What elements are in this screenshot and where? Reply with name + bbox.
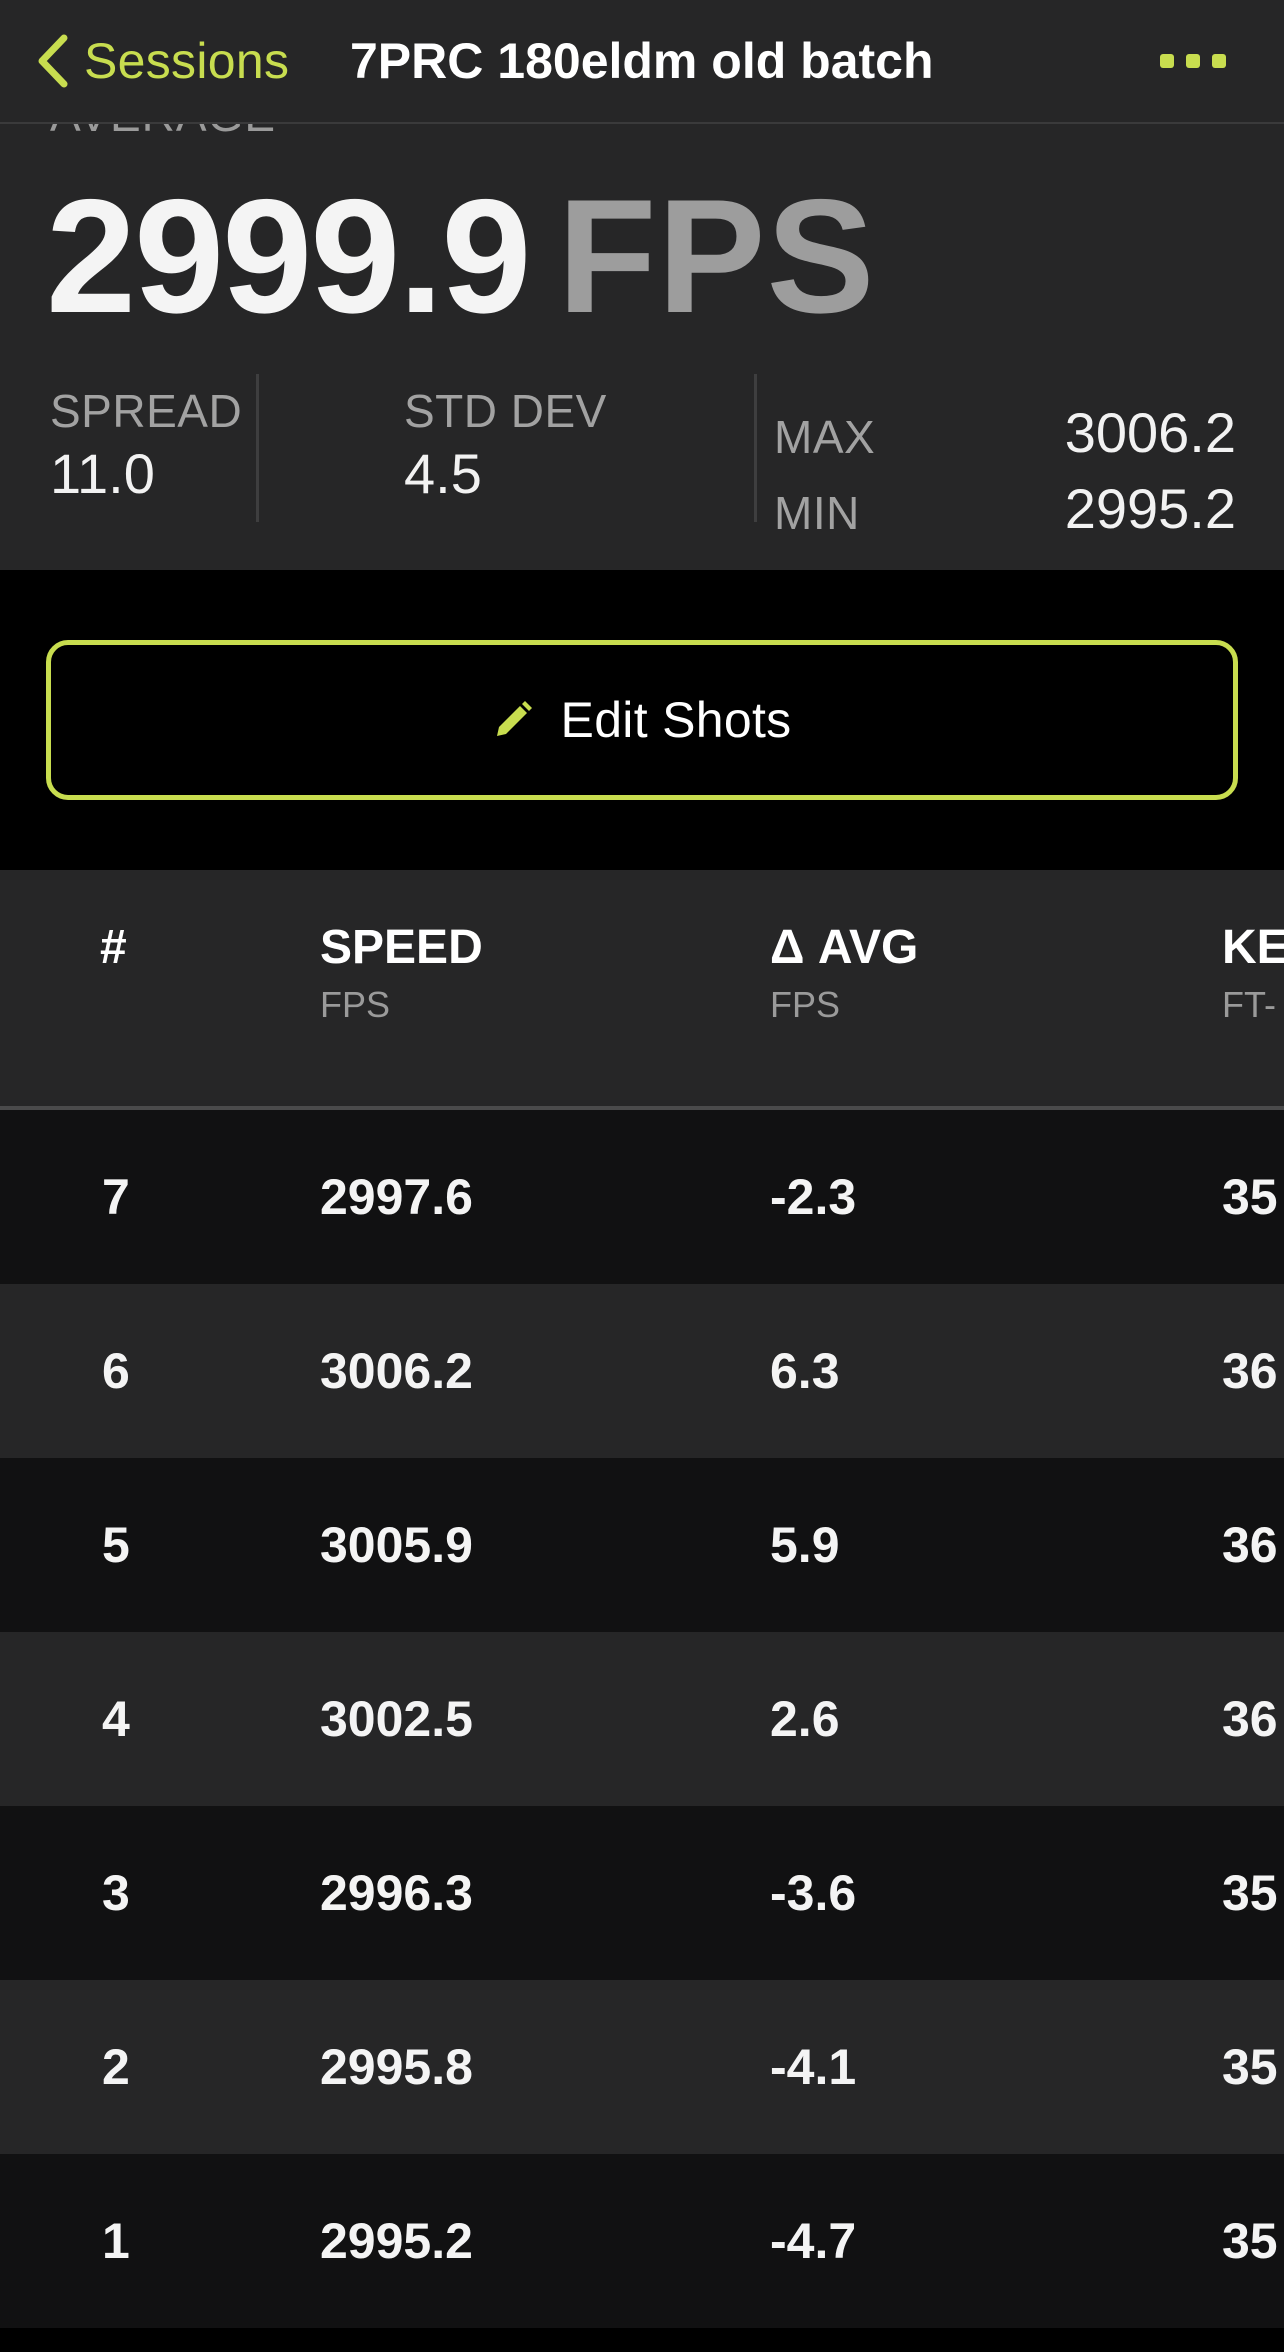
average-readout: 2999.9 FPS <box>46 164 876 354</box>
navigation-bar: Sessions 7PRC 180eldm old batch <box>0 0 1284 124</box>
shot-speed: 2997.6 <box>320 1169 473 1225</box>
shot-delta-avg: -4.1 <box>770 2039 857 2095</box>
shots-table-body: 7 2997.6 -2.3 35 6 3006.2 6.3 36 5 3005.… <box>0 1110 1284 2352</box>
table-row[interactable]: 1 2995.2 -4.7 35 <box>0 2154 1284 2328</box>
shot-ke: 35 <box>1222 1865 1278 1921</box>
shot-ke: 35 <box>1222 2213 1278 2269</box>
shots-table-header: # SPEED FPS Δ AVG FPS KE FT- <box>0 870 1284 1110</box>
std-dev-label: STD DEV <box>404 385 607 437</box>
shot-delta-avg: 5.9 <box>770 1517 840 1573</box>
table-row[interactable]: 3 2996.3 -3.6 35 <box>0 1806 1284 1980</box>
shot-delta-avg: -2.3 <box>770 1169 857 1225</box>
shot-number: 4 <box>102 1691 130 1747</box>
shot-number: 2 <box>102 2039 130 2095</box>
shot-number: 6 <box>102 1343 130 1399</box>
shot-ke: 36 <box>1222 1517 1278 1573</box>
ellipsis-icon <box>1160 54 1226 68</box>
std-dev-stat: STD DEV 4.5 <box>404 384 607 506</box>
edit-shots-button[interactable]: Edit Shots <box>46 640 1238 800</box>
back-button[interactable]: Sessions <box>34 26 289 96</box>
summary-panel: AVERAGE 2999.9 FPS SPREAD 11.0 STD DEV 4… <box>0 124 1284 570</box>
spread-stat: SPREAD 11.0 <box>50 384 242 506</box>
column-title: # <box>100 921 127 974</box>
std-dev-value: 4.5 <box>404 442 482 505</box>
min-label: MIN <box>774 487 860 539</box>
back-button-label: Sessions <box>84 33 290 89</box>
page-title: 7PRC 180eldm old batch <box>350 33 934 89</box>
pencil-icon <box>496 701 532 736</box>
shot-number: 3 <box>102 1865 130 1921</box>
column-header-ke[interactable]: KE FT- <box>1222 920 1284 1028</box>
table-row[interactable]: 2 2995.8 -4.1 35 <box>0 1980 1284 2154</box>
shot-speed: 2995.2 <box>320 2213 473 2269</box>
column-title: KE <box>1222 921 1284 974</box>
shot-delta-avg: -4.7 <box>770 2213 857 2269</box>
column-header-number[interactable]: # <box>100 920 127 982</box>
shot-speed: 2995.8 <box>320 2039 473 2095</box>
table-row[interactable]: 6 3006.2 6.3 36 <box>0 1284 1284 1458</box>
spread-label: SPREAD <box>50 385 243 437</box>
shot-ke: 36 <box>1222 1691 1278 1747</box>
shot-number: 1 <box>102 2213 130 2269</box>
column-header-speed[interactable]: SPEED FPS <box>320 920 483 1028</box>
stat-divider <box>256 374 259 522</box>
min-value: 2995.2 <box>1064 477 1236 540</box>
average-label: AVERAGE <box>50 124 276 142</box>
table-row[interactable]: 5 3005.9 5.9 36 <box>0 1458 1284 1632</box>
column-title: Δ AVG <box>770 921 919 974</box>
table-row[interactable]: 7 2997.6 -2.3 35 <box>0 1110 1284 1284</box>
max-label: MAX <box>774 411 876 463</box>
shot-ke: 35 <box>1222 2039 1278 2095</box>
shot-ke: 36 <box>1222 1343 1278 1399</box>
average-unit: FPS <box>557 166 876 347</box>
shot-delta-avg: 2.6 <box>770 1691 840 1747</box>
shot-delta-avg: 6.3 <box>770 1343 840 1399</box>
shot-delta-avg: -3.6 <box>770 1865 857 1921</box>
more-options-button[interactable] <box>1158 40 1228 80</box>
shot-speed: 3006.2 <box>320 1343 473 1399</box>
table-row[interactable]: 4 3002.5 2.6 36 <box>0 1632 1284 1806</box>
shot-number: 7 <box>102 1169 130 1225</box>
shot-speed: 2996.3 <box>320 1865 473 1921</box>
average-value: 2999.9 <box>46 166 531 347</box>
shot-speed: 3005.9 <box>320 1517 473 1573</box>
stats-row: SPREAD 11.0 STD DEV 4.5 MAX 3006.2 MIN 2… <box>0 374 1284 540</box>
column-unit: FT- <box>1222 984 1276 1025</box>
column-header-delta-avg[interactable]: Δ AVG FPS <box>770 920 918 1028</box>
column-unit: FPS <box>320 984 391 1025</box>
column-unit: FPS <box>770 984 841 1025</box>
shot-ke: 35 <box>1222 1169 1278 1225</box>
shot-speed: 3002.5 <box>320 1691 473 1747</box>
max-value: 3006.2 <box>1064 401 1236 464</box>
shot-number: 5 <box>102 1517 130 1573</box>
edit-shots-label: Edit Shots <box>560 692 792 748</box>
chevron-left-icon <box>38 34 68 88</box>
column-title: SPEED <box>320 921 483 974</box>
stat-divider <box>754 374 757 522</box>
spread-value: 11.0 <box>50 442 155 505</box>
